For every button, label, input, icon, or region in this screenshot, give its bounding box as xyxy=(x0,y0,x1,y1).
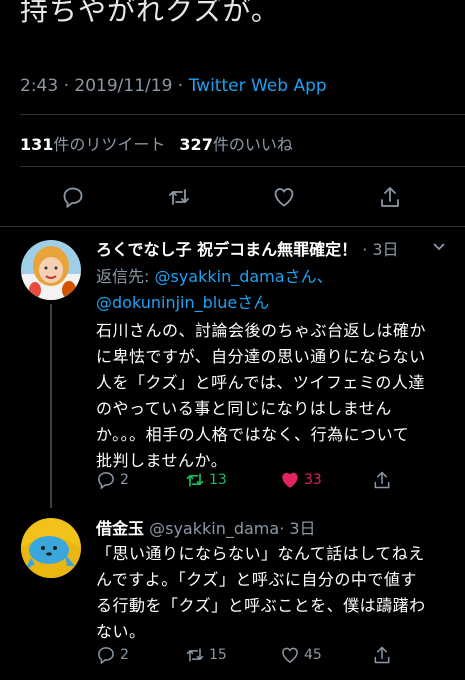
avatar[interactable] xyxy=(21,518,81,578)
reply-button[interactable] xyxy=(59,183,87,211)
likes-label: 件のいいね xyxy=(212,135,293,154)
text-line: 人を「クズ」と呼んでは、ツイフェミの人達 xyxy=(96,373,425,392)
display-name[interactable]: ろくでなし子 祝デコまん無罪確定！ xyxy=(96,240,357,259)
chevron-down-icon[interactable] xyxy=(432,239,446,257)
like-button[interactable] xyxy=(270,183,298,211)
retweets-stat[interactable]: 131件のリツイート xyxy=(20,135,165,154)
tweet-time: 2:43 xyxy=(20,76,59,96)
reply-header: 借金玉 @syakkin_dama· 3日 xyxy=(96,515,316,539)
text-line: 「思い通りにならない」なんて話はしてねえ xyxy=(96,544,425,563)
like-count: 45 xyxy=(304,647,322,663)
text-line: んですよ。「クズ」と呼ぶに自分の中で値す xyxy=(96,570,417,589)
reply-icon xyxy=(98,472,114,490)
retweet-button[interactable]: 15 xyxy=(185,645,227,665)
likes-count: 327 xyxy=(179,135,213,154)
meta-separator: · xyxy=(177,76,184,96)
retweet-button[interactable] xyxy=(165,183,193,211)
tweet-age[interactable]: · 3日 xyxy=(362,240,398,259)
like-icon xyxy=(282,472,298,488)
tweet-stats: 131件のリツイート 327件のいいね xyxy=(20,131,293,155)
reply-icon xyxy=(63,187,83,209)
reply-text: 石川さんの、討論会後のちゃぶ台返しは確か に卑怯ですが、自分達の思い通りにならな… xyxy=(96,318,426,474)
like-icon xyxy=(282,647,298,663)
text-line: か。。。相手の人格ではなく、行為について xyxy=(96,425,410,444)
reply-text: 「思い通りにならない」なんて話はしてねえ んですよ。「クズ」と呼ぶに自分の中で値… xyxy=(96,541,426,645)
retweet-icon xyxy=(186,473,204,487)
like-button[interactable]: 33 xyxy=(280,470,322,490)
mention-link[interactable]: @syakkin_damaさん、 xyxy=(154,267,332,286)
reply-to-label: 返信先: xyxy=(96,267,155,286)
divider xyxy=(20,114,465,115)
replying-to: 返信先: @syakkin_damaさん、 xyxy=(96,263,333,287)
share-button[interactable] xyxy=(376,183,404,211)
share-icon xyxy=(374,471,390,489)
text-line: ない。 xyxy=(96,622,146,641)
retweets-count: 131 xyxy=(20,135,54,154)
text-line: 石川さんの、討論会後のちゃぶ台返しは確か xyxy=(96,321,427,340)
display-name[interactable]: 借金玉 xyxy=(96,519,144,538)
tweet-source-app[interactable]: Twitter Web App xyxy=(189,76,327,96)
like-icon xyxy=(274,188,294,207)
replying-to-cont: @dokuninjin_blueさん xyxy=(96,289,269,313)
share-icon xyxy=(381,187,399,207)
retweet-icon xyxy=(186,648,204,662)
thread-line xyxy=(50,304,52,508)
share-button[interactable] xyxy=(372,470,392,490)
retweet-count: 13 xyxy=(209,472,227,488)
likes-stat[interactable]: 327件のいいね xyxy=(179,135,292,154)
retweet-count: 15 xyxy=(209,647,227,663)
meta-separator: · xyxy=(63,76,69,96)
divider xyxy=(0,226,465,227)
reply-count: 2 xyxy=(120,472,129,488)
share-button[interactable] xyxy=(372,645,392,665)
avatar[interactable] xyxy=(21,240,81,300)
retweet-button[interactable]: 13 xyxy=(185,470,227,490)
tweet-meta: 2:43 · 2019/11/19 · Twitter Web App xyxy=(20,76,327,96)
avatar-image xyxy=(21,518,81,578)
tweet-date: 2019/11/19 xyxy=(74,76,173,96)
mention-link[interactable]: @dokuninjin_blueさん xyxy=(96,293,269,312)
text-line: に卑怯ですが、自分達の思い通りにならない xyxy=(96,347,426,366)
tweet-age[interactable]: · 3日 xyxy=(279,519,315,538)
reply-count: 2 xyxy=(120,647,129,663)
avatar-image xyxy=(21,240,81,300)
like-button[interactable]: 45 xyxy=(280,645,322,665)
reply-header: ろくでなし子 祝デコまん無罪確定！ · 3日 xyxy=(96,236,399,260)
share-icon xyxy=(374,646,390,664)
retweet-icon xyxy=(169,189,189,205)
like-count: 33 xyxy=(304,472,322,488)
reply-button[interactable]: 2 xyxy=(96,645,129,665)
reply-icon xyxy=(98,647,114,665)
text-line: のやっている事と同じになりはしません xyxy=(96,399,392,418)
tweet-text: 持ちやがれクズが。 xyxy=(20,0,280,27)
divider xyxy=(20,166,465,167)
retweets-label: 件のリツイート xyxy=(53,135,166,154)
text-line: る行動を「クズ」と呼ぶことを、僕は躊躇わ xyxy=(96,596,426,615)
user-handle[interactable]: @syakkin_dama xyxy=(149,519,279,538)
reply-button[interactable]: 2 xyxy=(96,470,129,490)
